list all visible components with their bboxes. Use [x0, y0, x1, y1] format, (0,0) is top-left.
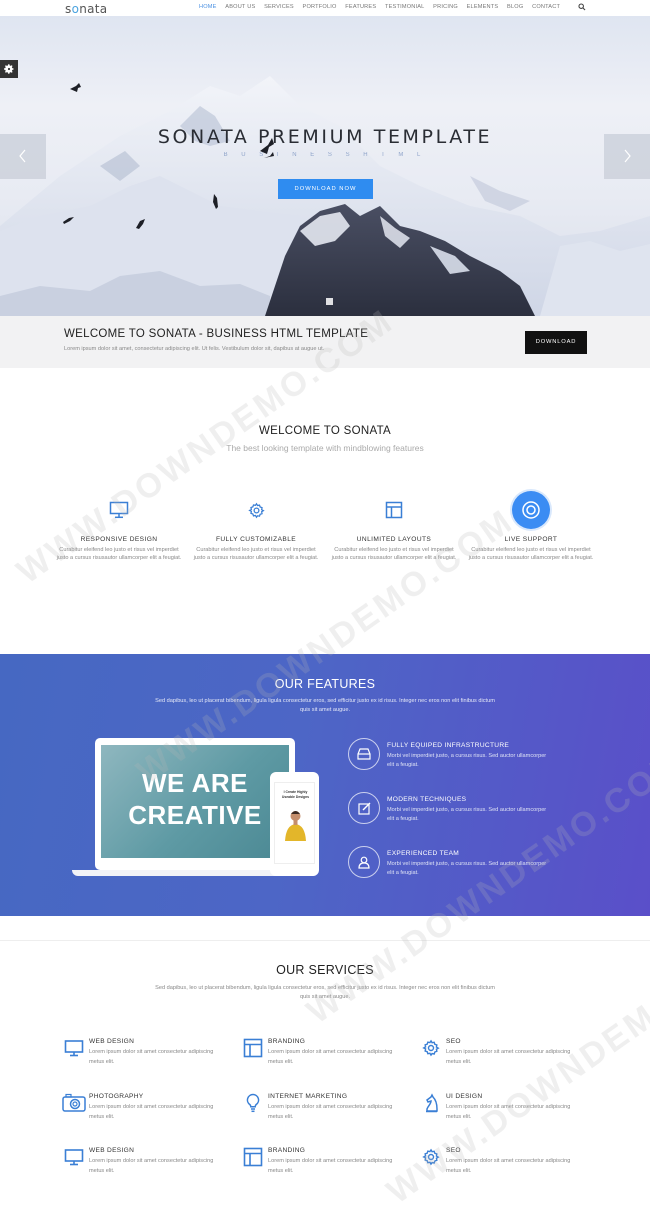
service-title: BRANDING — [268, 1147, 306, 1154]
feature-responsive-design: RESPONSIVE DESIGN Curabitur eleifend leo… — [54, 494, 184, 563]
feature-unlimited-layouts: UNLIMITED LAYOUTS Curabitur eleifend leo… — [329, 494, 459, 563]
service-title: WEB DESIGN — [89, 1147, 135, 1154]
hero-title: SONATA PREMIUM TEMPLATE — [157, 126, 493, 148]
live-support-badge — [512, 491, 550, 529]
feature-title: LIVE SUPPORT — [504, 536, 558, 543]
service-text: Lorem ipsum dolor sit amet consectetur a… — [268, 1158, 393, 1174]
feature-title: UNLIMITED LAYOUTS — [356, 536, 432, 543]
menu-item-features[interactable]: FEATURES — [345, 4, 376, 10]
our-services-title: OUR SERVICES — [276, 963, 374, 977]
feature-item-title: EXPERIENCED TEAM — [387, 850, 460, 857]
our-features-section: OUR FEATURES Sed dapibus, leo ut placera… — [0, 654, 650, 916]
laptop-screen: WE ARE CREATIVE — [101, 745, 289, 858]
person-photo — [285, 811, 306, 841]
top-navbar: sonata HOME ABOUT US SERVICES PORTFOLIO … — [0, 0, 650, 16]
service-text: Lorem ipsum dolor sit amet consectetur a… — [446, 1104, 571, 1120]
menu-item-about-us[interactable]: ABOUT US — [225, 4, 255, 10]
menu-item-elements[interactable]: ELEMENTS — [467, 4, 499, 10]
feature-title: FULLY CUSTOMIZABLE — [215, 536, 297, 543]
welcome-subtitle: The best looking template with mindblowi… — [226, 443, 424, 453]
menu-item-portfolio[interactable]: PORTFOLIO — [303, 4, 337, 10]
feature-live-support: LIVE SUPPORT Curabitur eleifend leo just… — [466, 491, 596, 563]
layout-icon — [243, 1147, 263, 1167]
menu-item-pricing[interactable]: PRICING — [433, 4, 458, 10]
camera-icon — [62, 1093, 86, 1112]
page: { "nav": { "logo_pre": "s", "logo_o": "o… — [0, 0, 650, 1213]
service-text: Lorem ipsum dolor sit amet consectetur a… — [89, 1158, 214, 1174]
monitor-icon — [109, 501, 129, 519]
lightbulb-icon — [246, 1093, 260, 1113]
menu-item-contact[interactable]: CONTACT — [532, 4, 560, 10]
mountain-background-image — [0, 76, 650, 316]
service-text: Lorem ipsum dolor sit amet consectetur a… — [446, 1158, 571, 1174]
service-title: PHOTOGRAPHY — [89, 1093, 144, 1100]
laptop-mockup: WE ARE CREATIVE — [95, 738, 295, 870]
welcome-banner: WELCOME TO SONATA - BUSINESS HTML TEMPLA… — [0, 316, 650, 368]
download-button[interactable]: DOWNLOAD — [525, 331, 587, 354]
welcome-title: WELCOME TO SONATA — [258, 425, 392, 437]
our-features-title: OUR FEATURES — [274, 677, 376, 691]
monitor-icon — [64, 1040, 84, 1057]
layout-icon — [243, 1038, 263, 1058]
service-text: Lorem ipsum dolor sit amet consectetur a… — [89, 1104, 214, 1120]
banner-title: WELCOME TO SONATA - BUSINESS HTML TEMPLA… — [64, 328, 369, 340]
chevron-right-icon — [624, 149, 631, 163]
slider-dot[interactable] — [326, 298, 333, 305]
feature-text: Curabitur eleifend leo justo et risus ve… — [193, 547, 319, 562]
feature-item-text: Morbi vel imperdiet justo, a cursus risu… — [387, 753, 547, 768]
lifebuoy-icon — [522, 501, 540, 519]
service-title: SEO — [446, 1147, 461, 1154]
download-now-button[interactable]: DOWNLOAD NOW — [278, 179, 373, 199]
gear-icon — [247, 502, 265, 518]
menu-item-services[interactable]: SERVICES — [264, 4, 294, 10]
logo[interactable]: sonata — [65, 2, 107, 16]
gear-icon — [4, 64, 14, 74]
phone-mockup: I Create Highly Useable Designs — [270, 772, 319, 876]
feature-item-text: Morbi vel imperdiet justo, a cursus risu… — [387, 861, 547, 876]
service-text: Lorem ipsum dolor sit amet consectetur a… — [268, 1104, 393, 1120]
menu-item-testimonial[interactable]: TESTIMONIAL — [385, 4, 425, 10]
feature-text: Curabitur eleifend leo justo et risus ve… — [56, 547, 182, 562]
feature-title: RESPONSIVE DESIGN — [80, 536, 158, 543]
layout-icon — [385, 501, 403, 519]
menu-item-home[interactable]: HOME — [199, 4, 217, 10]
gear-icon — [422, 1148, 440, 1166]
service-text: Lorem ipsum dolor sit amet consectetur a… — [89, 1049, 214, 1065]
feature-fully-customizable: FULLY CUSTOMIZABLE Curabitur eleifend le… — [191, 494, 321, 563]
phone-screen: I Create Highly Useable Designs — [274, 782, 315, 864]
hard-drive-icon — [357, 748, 371, 760]
banner-text: Lorem ipsum dolor sit amet, consectetur … — [64, 346, 325, 352]
feature-item-title: MODERN TECHNIQUES — [387, 796, 467, 803]
service-text: Lorem ipsum dolor sit amet consectetur a… — [268, 1049, 393, 1065]
menu-item-blog[interactable]: BLOG — [507, 4, 523, 10]
our-services-subtitle: Sed dapibus, leo ut placerat bibendum, l… — [155, 985, 495, 1000]
service-title: UI DESIGN — [446, 1093, 483, 1100]
user-icon — [358, 856, 370, 869]
service-title: SEO — [446, 1038, 461, 1045]
service-title: INTERNET MARKETING — [268, 1093, 348, 1100]
service-title: WEB DESIGN — [89, 1038, 135, 1045]
gear-icon — [422, 1039, 440, 1057]
edit-icon — [357, 802, 370, 815]
our-features-subtitle: Sed dapibus, leo ut placerat bibendum, l… — [155, 698, 495, 713]
search-icon[interactable] — [578, 3, 586, 11]
service-title: BRANDING — [268, 1038, 306, 1045]
hero-slider: SONATA PREMIUM TEMPLATE B U S I N E S S … — [0, 16, 650, 316]
feature-item-title: FULLY EQUIPED INFRASTRUCTURE — [387, 742, 510, 749]
chess-knight-icon — [426, 1093, 438, 1113]
service-text: Lorem ipsum dolor sit amet consectetur a… — [446, 1049, 571, 1065]
section-divider — [0, 940, 650, 941]
main-menu: HOME ABOUT US SERVICES PORTFOLIO FEATURE… — [199, 4, 569, 10]
hero-subtitle: B U S I N E S S H T M L — [223, 152, 427, 158]
chevron-left-icon — [19, 149, 26, 163]
feature-text: Curabitur eleifend leo justo et risus ve… — [331, 547, 457, 562]
screen-headline: WE ARE CREATIVE — [128, 768, 262, 830]
monitor-icon — [64, 1149, 84, 1166]
settings-toggle-button[interactable] — [0, 60, 18, 78]
feature-text: Curabitur eleifend leo justo et risus ve… — [468, 547, 594, 562]
slider-prev-button[interactable] — [0, 134, 46, 179]
slider-next-button[interactable] — [604, 134, 650, 179]
feature-item-text: Morbi vel imperdiet justo, a cursus risu… — [387, 807, 547, 822]
